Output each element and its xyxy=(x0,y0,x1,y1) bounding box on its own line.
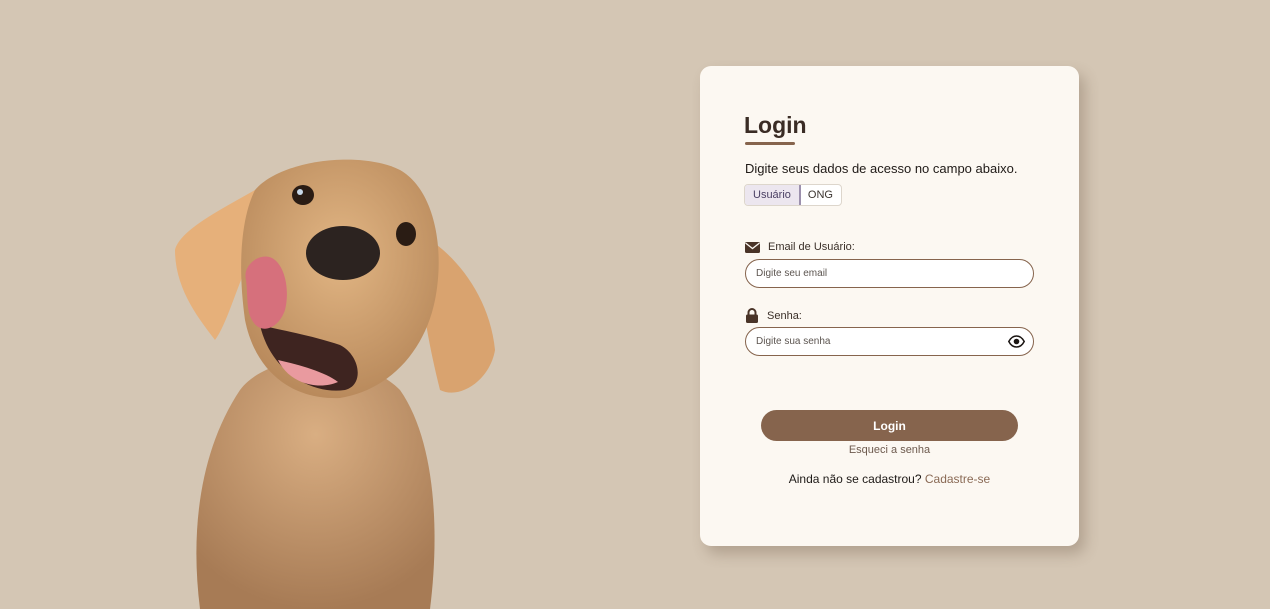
title-underline xyxy=(745,142,795,145)
page: Login Digite seus dados de acesso no cam… xyxy=(0,0,1270,609)
login-button[interactable]: Login xyxy=(761,410,1018,441)
toggle-ong[interactable]: ONG xyxy=(800,185,841,205)
eye-icon[interactable] xyxy=(1008,335,1025,348)
password-label-text: Senha: xyxy=(767,309,802,322)
puppy-image xyxy=(175,159,495,609)
login-subtitle: Digite seus dados de acesso no campo aba… xyxy=(745,161,1018,176)
login-card: Login Digite seus dados de acesso no cam… xyxy=(700,66,1079,546)
password-label: Senha: xyxy=(745,308,802,323)
lock-icon xyxy=(745,308,759,323)
password-input[interactable] xyxy=(756,336,1023,347)
login-title: Login xyxy=(744,112,807,138)
forgot-password-link[interactable]: Esqueci a senha xyxy=(700,444,1079,456)
signup-prompt: Ainda não se cadastrou? Cadastre-se xyxy=(700,472,1079,486)
password-field[interactable] xyxy=(745,327,1034,356)
envelope-icon xyxy=(745,241,760,253)
email-field[interactable] xyxy=(745,259,1034,288)
signup-prompt-text: Ainda não se cadastrou? xyxy=(788,472,922,486)
toggle-usuario[interactable]: Usuário xyxy=(744,185,801,205)
signup-link[interactable]: Cadastre-se xyxy=(925,472,990,486)
email-label: Email de Usuário: xyxy=(745,241,855,253)
account-type-toggle: Usuário ONG xyxy=(744,184,842,206)
email-input[interactable] xyxy=(756,268,1023,279)
email-label-text: Email de Usuário: xyxy=(768,241,855,253)
